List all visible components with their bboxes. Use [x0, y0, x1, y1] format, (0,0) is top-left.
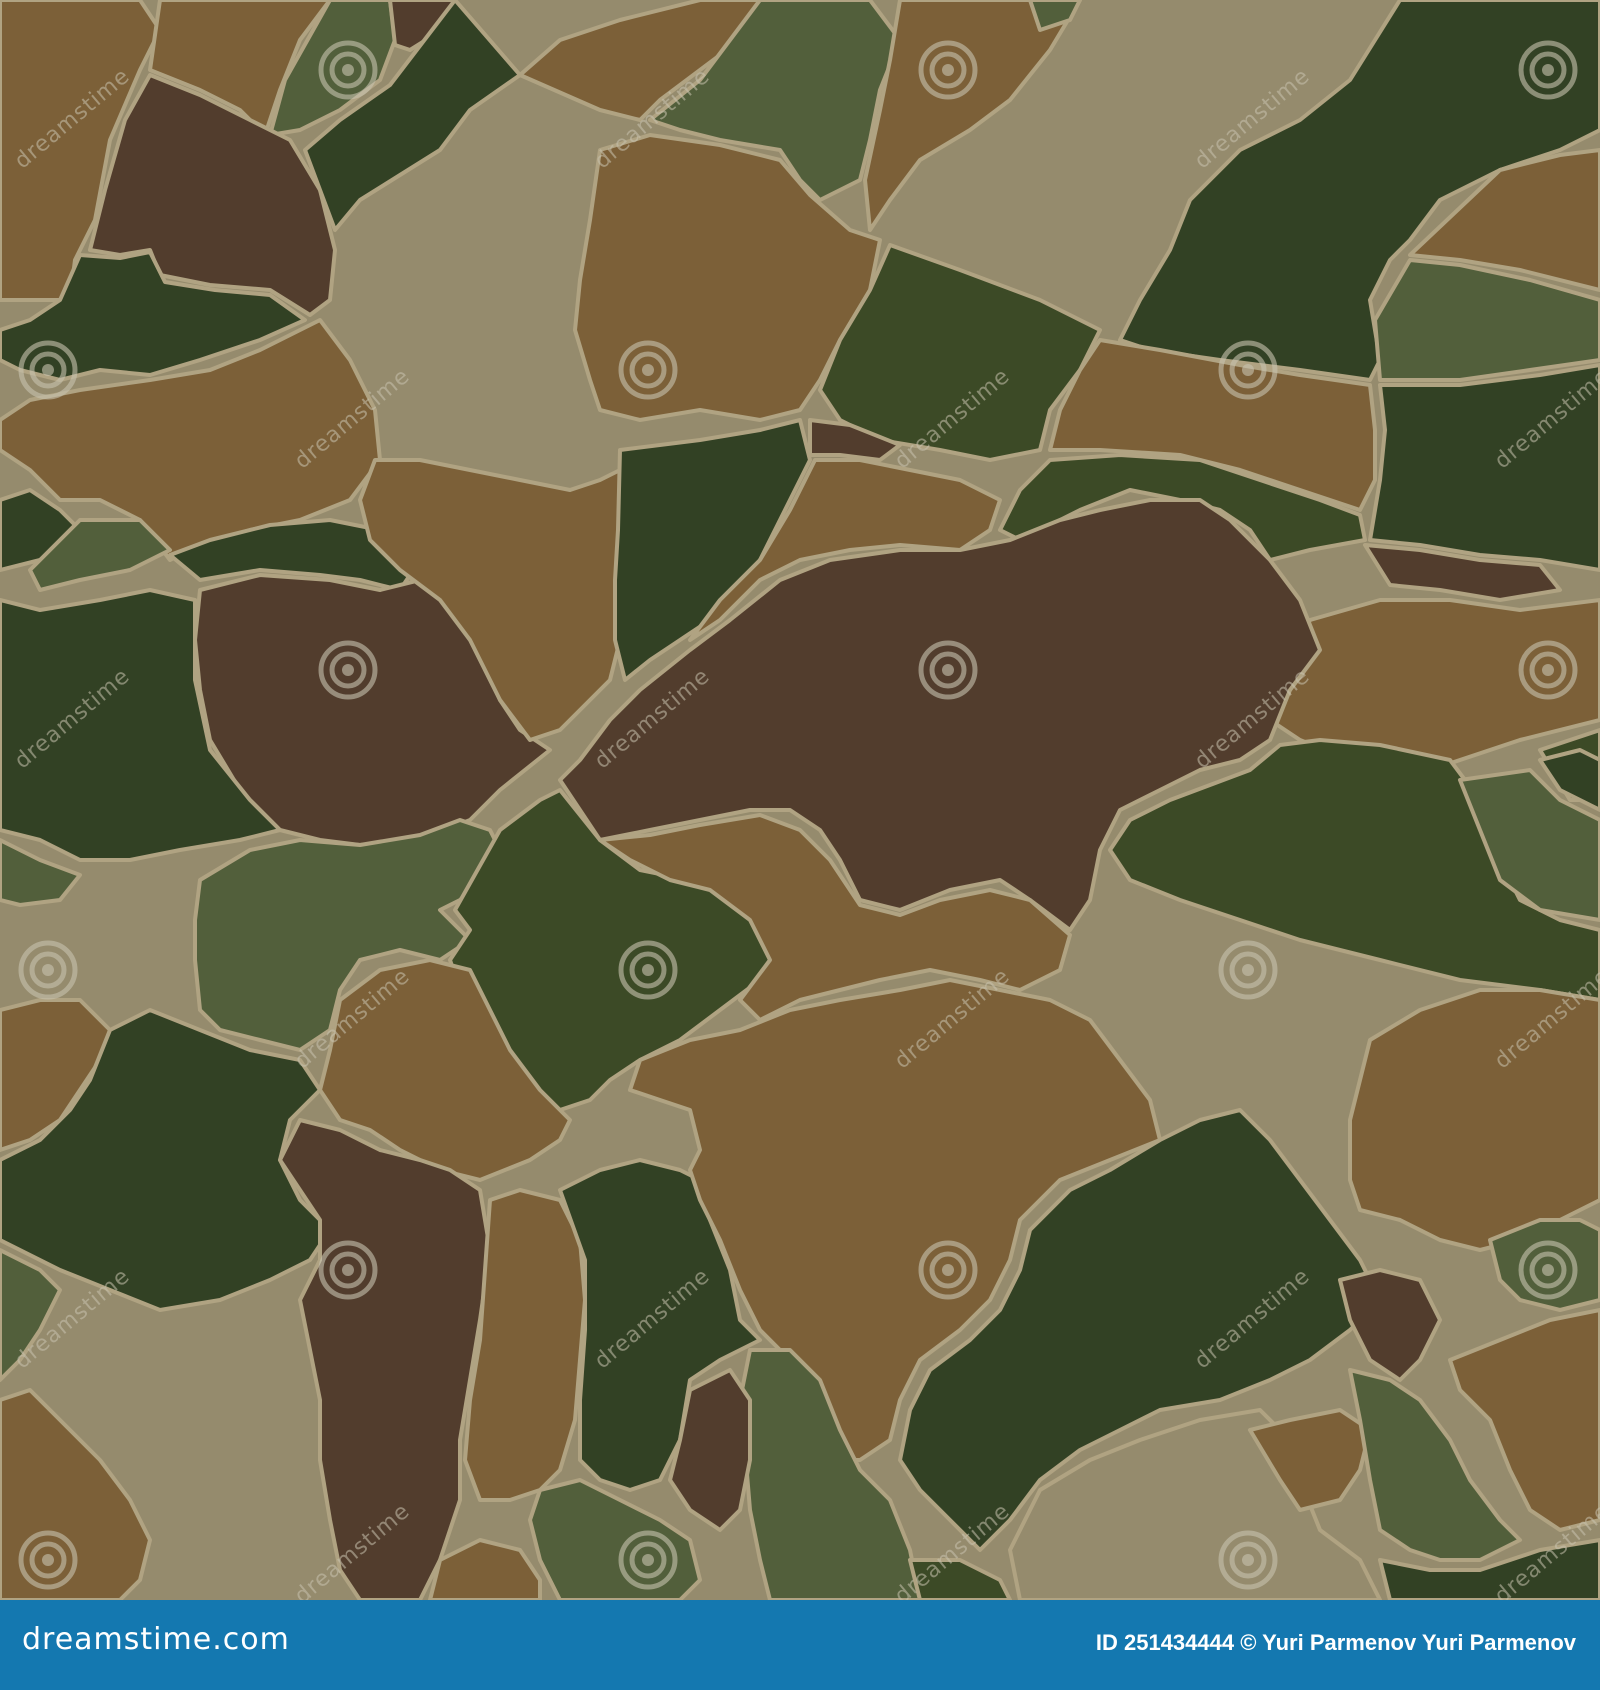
spiral-logo-icon [318, 1240, 378, 1300]
spiral-logo-icon [18, 340, 78, 400]
spiral-logo-icon [318, 40, 378, 100]
spiral-logo-icon [1518, 1240, 1578, 1300]
spiral-logo-icon [618, 1530, 678, 1590]
spiral-logo-icon [618, 940, 678, 1000]
spiral-logo-icon [1218, 940, 1278, 1000]
spiral-logo-icon [918, 640, 978, 700]
camouflage-pattern [0, 0, 1600, 1600]
spiral-logo-icon [18, 1530, 78, 1590]
spiral-logo-icon [918, 40, 978, 100]
spiral-logo-icon [1518, 640, 1578, 700]
spiral-logo-icon [1518, 40, 1578, 100]
spiral-logo-icon [1218, 1530, 1278, 1590]
spiral-logo-icon [918, 1240, 978, 1300]
dreamstime-logo[interactable]: dreamstime.com [22, 1622, 290, 1657]
camo-patch [1348, 988, 1600, 1252]
spiral-logo-icon [318, 640, 378, 700]
footer-bar: dreamstime.com ID 251434444 © Yuri Parme… [0, 1600, 1600, 1690]
image-credit: ID 251434444 © Yuri Parmenov Yuri Parmen… [1095, 1630, 1576, 1655]
spiral-logo-icon [618, 340, 678, 400]
stock-image: dreamstime dreamstime dreamstime dreamst… [0, 0, 1600, 1690]
spiral-logo-icon [1218, 340, 1278, 400]
spiral-logo-icon [18, 940, 78, 1000]
